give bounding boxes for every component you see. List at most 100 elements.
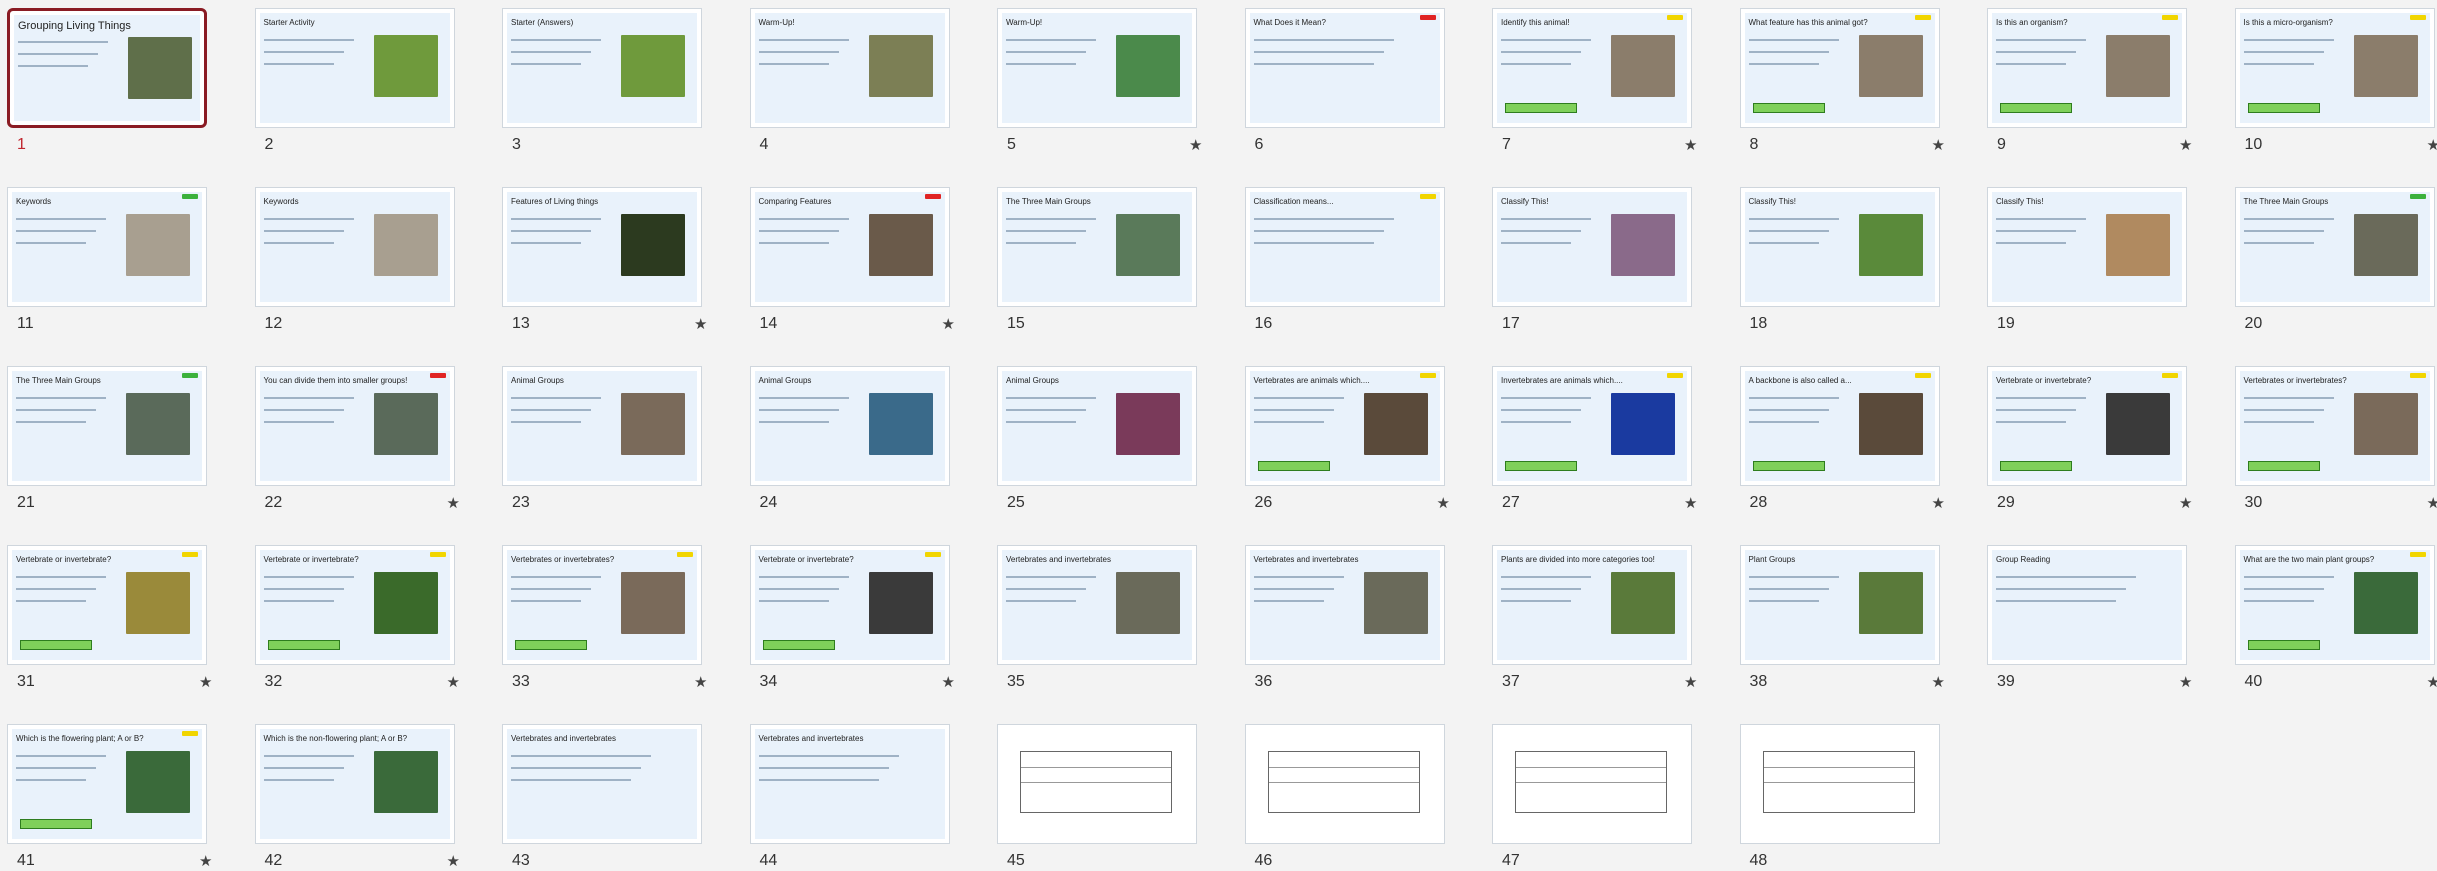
slide-thumbnail-cell[interactable]: Identify this animal! 7 ★ [1492, 8, 1697, 154]
slide-thumbnail-cell[interactable]: Vertebrates are animals which.... 26 ★ [1244, 366, 1450, 512]
slide-thumbnail-cell[interactable]: Plant Groups 38 ★ [1739, 545, 1945, 691]
slide-thumbnail-cell[interactable]: Invertebrates are animals which.... 27 ★ [1492, 366, 1697, 512]
slide-thumbnail-cell[interactable]: Vertebrates or invertebrates? 33 ★ [502, 545, 707, 691]
slide-thumbnail[interactable]: Vertebrates or invertebrates? [502, 545, 702, 665]
slide-thumbnail[interactable]: The Three Main Groups [7, 366, 207, 486]
slide-thumbnail-cell[interactable]: Vertebrates and invertebrates 44 [749, 724, 950, 869]
slide-thumbnail-cell[interactable]: Comparing Features 14 ★ [749, 187, 955, 333]
slide-thumbnail[interactable]: Vertebrates are animals which.... [1244, 366, 1445, 486]
slide-thumbnail-cell[interactable]: Classify This! 17 [1492, 187, 1692, 332]
slide-thumbnail[interactable]: What feature has this animal got? [1739, 8, 1940, 128]
slide-thumbnail-cell[interactable]: 47 [1492, 724, 1692, 869]
slide-thumbnail[interactable]: Keywords [7, 187, 207, 307]
slide-thumbnail[interactable]: Animal Groups [502, 366, 702, 486]
slide-thumbnail[interactable]: Classify This! [1492, 187, 1692, 307]
slide-thumbnail-cell[interactable]: Keywords 11 [7, 187, 207, 332]
slide-thumbnail-cell[interactable]: What are the two main plant groups? 40 ★ [2234, 545, 2437, 691]
slide-thumbnail-cell[interactable]: Plants are divided into more categories … [1492, 545, 1697, 691]
slide-thumbnail-cell[interactable]: Vertebrate or invertebrate? 34 ★ [749, 545, 955, 691]
slide-thumbnail[interactable]: Keywords [254, 187, 455, 307]
slide-thumbnail-cell[interactable]: 45 [997, 724, 1197, 869]
slide-thumbnail-cell[interactable]: Starter Activity 2 [254, 8, 455, 153]
slide-thumbnail-cell[interactable]: Vertebrates and invertebrates 36 [1244, 545, 1445, 690]
slide-thumbnail-cell[interactable]: A backbone is also called a... 28 ★ [1739, 366, 1945, 512]
slide-thumbnail-cell[interactable]: 46 [1244, 724, 1445, 869]
slide-thumbnail[interactable]: Is this a micro-organism? [2234, 8, 2435, 128]
slide-thumbnail[interactable]: Vertebrates and invertebrates [749, 724, 950, 844]
slide-thumbnail[interactable]: Vertebrate or invertebrate? [749, 545, 950, 665]
slide-thumbnail[interactable]: Classify This! [1739, 187, 1940, 307]
slide-thumbnail-cell[interactable]: Is this an organism? 9 ★ [1987, 8, 2192, 154]
slide-thumbnail[interactable]: Animal Groups [749, 366, 950, 486]
slide-thumbnail[interactable]: Vertebrate or invertebrate? [254, 545, 455, 665]
slide-thumbnail-cell[interactable]: Which is the non-flowering plant; A or B… [254, 724, 460, 870]
slide-thumbnail[interactable]: Animal Groups [997, 366, 1197, 486]
slide-thumbnail[interactable]: Vertebrates or invertebrates? [2234, 366, 2435, 486]
slide-thumbnail[interactable]: Vertebrates and invertebrates [502, 724, 702, 844]
slide-picture [1116, 214, 1180, 276]
slide-thumbnail-cell[interactable]: Vertebrate or invertebrate? 31 ★ [7, 545, 212, 691]
slide-thumbnail[interactable]: The Three Main Groups [2234, 187, 2435, 307]
slide-thumbnail-cell[interactable]: The Three Main Groups 21 [7, 366, 207, 511]
slide-thumbnail[interactable] [1244, 724, 1445, 844]
slide-thumbnail-cell[interactable]: Animal Groups 25 [997, 366, 1197, 511]
slide-thumbnail[interactable]: Plants are divided into more categories … [1492, 545, 1692, 665]
slide-thumbnail-cell[interactable]: Classify This! 18 [1739, 187, 1940, 332]
slide-thumbnail[interactable]: Invertebrates are animals which.... [1492, 366, 1692, 486]
slide-thumbnail[interactable] [997, 724, 1197, 844]
slide-thumbnail-cell[interactable]: Keywords 12 [254, 187, 455, 332]
slide-thumbnail[interactable]: Vertebrate or invertebrate? [7, 545, 207, 665]
slide-thumbnail-cell[interactable]: Starter (Answers) 3 [502, 8, 702, 153]
slide-thumbnail-cell[interactable]: What feature has this animal got? 8 ★ [1739, 8, 1945, 154]
slide-title: Keywords [16, 197, 52, 206]
slide-thumbnail[interactable]: You can divide them into smaller groups! [254, 366, 455, 486]
slide-thumbnail[interactable]: Features of Living things [502, 187, 702, 307]
slide-thumbnail[interactable]: Is this an organism? [1987, 8, 2187, 128]
slide-thumbnail[interactable]: Classification means... [1244, 187, 1445, 307]
slide-thumbnail[interactable]: A backbone is also called a... [1739, 366, 1940, 486]
slide-thumbnail[interactable]: Which is the non-flowering plant; A or B… [254, 724, 455, 844]
slide-thumbnail-cell[interactable]: Animal Groups 24 [749, 366, 950, 511]
slide-thumbnail-cell[interactable]: Classification means... 16 [1244, 187, 1445, 332]
slide-thumbnail-cell[interactable]: Which is the flowering plant; A or B? 41 ★ [7, 724, 212, 870]
slide-thumbnail-cell[interactable]: Group Reading 39 ★ [1987, 545, 2192, 691]
slide-thumbnail-cell[interactable]: 48 [1739, 724, 1940, 869]
slide-thumbnail-cell[interactable]: Vertebrates and invertebrates 43 [502, 724, 702, 869]
slide-thumbnail-cell[interactable]: Warm-Up! 4 [749, 8, 950, 153]
slide-thumbnail-cell[interactable]: Vertebrate or invertebrate? 29 ★ [1987, 366, 2192, 512]
slide-thumbnail-cell[interactable]: Warm-Up! 5 ★ [997, 8, 1202, 154]
slide-thumbnail-cell[interactable]: Is this a micro-organism? 10 ★ [2234, 8, 2437, 154]
slide-thumbnail[interactable]: Vertebrate or invertebrate? [1987, 366, 2187, 486]
slide-thumbnail[interactable]: Comparing Features [749, 187, 950, 307]
slide-thumbnail-cell[interactable]: Vertebrates or invertebrates? 30 ★ [2234, 366, 2437, 512]
slide-thumbnail-cell[interactable]: Classify This! 19 [1987, 187, 2187, 332]
slide-thumbnail[interactable]: What are the two main plant groups? [2234, 545, 2435, 665]
slide-thumbnail[interactable] [1739, 724, 1940, 844]
slide-thumbnail-cell[interactable]: You can divide them into smaller groups!… [254, 366, 460, 512]
slide-thumbnail-cell[interactable]: The Three Main Groups 15 [997, 187, 1197, 332]
slide-thumbnail-cell[interactable]: Vertebrate or invertebrate? 32 ★ [254, 545, 460, 691]
slide-thumbnail[interactable]: What Does it Mean? [1244, 8, 1445, 128]
slide-thumbnail[interactable]: Warm-Up! [997, 8, 1197, 128]
slide-thumbnail[interactable] [1492, 724, 1692, 844]
slide-thumbnail-cell[interactable]: The Three Main Groups 20 [2234, 187, 2435, 332]
slide-thumbnail[interactable]: Classify This! [1987, 187, 2187, 307]
slide-thumbnail-cell[interactable]: What Does it Mean? 6 [1244, 8, 1445, 153]
slide-thumbnail[interactable]: Plant Groups [1739, 545, 1940, 665]
slide-thumbnail[interactable]: Grouping Living Things [7, 8, 207, 128]
body-text-line [1253, 576, 1344, 578]
slide-thumbnail[interactable]: The Three Main Groups [997, 187, 1197, 307]
slide-thumbnail-cell[interactable]: Vertebrates and invertebrates 35 [997, 545, 1197, 690]
slide-thumbnail-cell[interactable]: Animal Groups 23 [502, 366, 702, 511]
slide-thumbnail[interactable]: Starter Activity [254, 8, 455, 128]
slide-thumbnail-cell[interactable]: Features of Living things 13 ★ [502, 187, 707, 333]
slide-thumbnail[interactable]: Which is the flowering plant; A or B? [7, 724, 207, 844]
slide-thumbnail[interactable]: Vertebrates and invertebrates [1244, 545, 1445, 665]
slide-thumbnail[interactable]: Vertebrates and invertebrates [997, 545, 1197, 665]
slide-thumbnail-cell[interactable]: Grouping Living Things 1 [7, 8, 207, 153]
slide-thumbnail[interactable]: Starter (Answers) [502, 8, 702, 128]
slide-thumbnail[interactable]: Group Reading [1987, 545, 2187, 665]
slide-thumbnail[interactable]: Identify this animal! [1492, 8, 1692, 128]
slide-thumbnail[interactable]: Warm-Up! [749, 8, 950, 128]
body-text-line [1996, 39, 2086, 41]
